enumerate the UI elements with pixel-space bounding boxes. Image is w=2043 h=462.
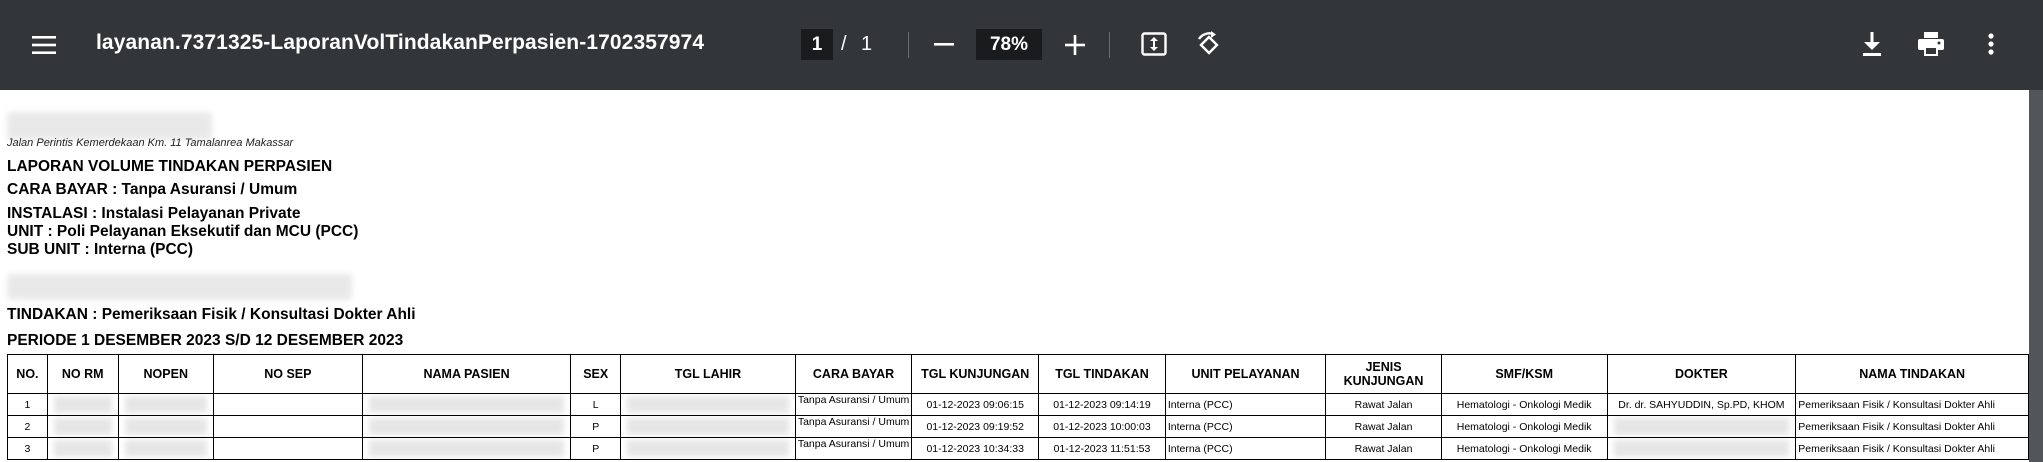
column-header: NO. [7, 354, 48, 394]
cell-dokter-redacted [1606, 437, 1797, 460]
column-header: TGL LAHIR [620, 354, 796, 394]
cell-no-sep [212, 393, 363, 416]
column-header: DOKTER [1606, 354, 1797, 394]
document-title: layanan.7371325-LaporanVolTindakanPerpas… [96, 31, 705, 54]
report-sub-unit: SUB UNIT : Interna (PCC) [7, 241, 193, 258]
column-header: NO RM [46, 354, 119, 394]
cell-nopen-redacted [117, 437, 214, 460]
print-icon[interactable] [1914, 28, 1948, 60]
table-row: 3 P Tanpa Asuransi / Umum 01-12-2023 10:… [7, 437, 2029, 460]
cell-sex: P [570, 437, 622, 460]
table-row: 2 P Tanpa Asuransi / Umum 01-12-2023 09:… [7, 415, 2029, 438]
cell-no-sep [212, 415, 363, 438]
column-header: JENIS KUNJUNGAN [1325, 354, 1442, 394]
download-icon[interactable] [1856, 28, 1888, 60]
page-separator: / [841, 33, 847, 55]
cell-tgl-kunjungan: 01-12-2023 10:34:33 [911, 437, 1040, 460]
report-tindakan: TINDAKAN : Pemeriksaan Fisik / Konsultas… [7, 306, 416, 323]
cell-no-rm-redacted [46, 437, 119, 460]
cell-jenis: Rawat Jalan [1325, 393, 1442, 416]
more-vert-icon[interactable] [1976, 28, 2006, 60]
redacted-header-line [7, 274, 352, 300]
column-header: CARA BAYAR [794, 354, 913, 394]
cell-no-rm-redacted [46, 393, 119, 416]
report-instalasi: INSTALASI : Instalasi Pelayanan Private [7, 205, 301, 222]
report-title: LAPORAN VOLUME TINDAKAN PERPASIEN [7, 158, 333, 175]
column-header: NAMA TINDAKAN [1795, 354, 2029, 394]
cell-tgl-tindakan: 01-12-2023 10:00:03 [1038, 415, 1166, 438]
cell-dokter: Dr. dr. SAHYUDDIN, Sp.PD, KHOM [1606, 393, 1797, 416]
page-total: 1 [861, 33, 873, 55]
cell-tindakan: Pemeriksaan Fisik / Konsultasi Dokter Ah… [1795, 437, 2029, 460]
report-table: NO. NO RM NOPEN NO SEP NAMA PASIEN SEX T… [7, 354, 2029, 460]
cell-unit: Interna (PCC) [1164, 415, 1327, 438]
zoom-in-icon[interactable] [1059, 29, 1091, 61]
cell-unit: Interna (PCC) [1164, 393, 1327, 416]
column-header: SMF/KSM [1440, 354, 1608, 394]
cell-cara-bayar: Tanpa Asuransi / Umum [794, 393, 913, 416]
pdf-page: Jalan Perintis Kemerdekaan Km. 11 Tamala… [0, 90, 2029, 462]
cell-unit: Interna (PCC) [1164, 437, 1327, 460]
cell-tindakan: Pemeriksaan Fisik / Konsultasi Dokter Ah… [1795, 393, 2029, 416]
cell-no: 2 [7, 415, 48, 438]
scrollbar[interactable] [2029, 90, 2043, 462]
cell-dokter-redacted [1606, 415, 1797, 438]
cell-cara-bayar: Tanpa Asuransi / Umum [794, 437, 913, 460]
fit-page-icon[interactable] [1138, 28, 1170, 60]
column-header: SEX [570, 354, 622, 394]
cell-nama-pasien-redacted [361, 415, 572, 438]
cell-tgl-lahir-redacted [620, 437, 796, 460]
report-periode: PERIODE 1 DESEMBER 2023 S/D 12 DESEMBER … [7, 332, 404, 349]
cell-cara-bayar: Tanpa Asuransi / Umum [794, 415, 913, 438]
menu-icon[interactable] [28, 29, 60, 61]
table-header-row: NO. NO RM NOPEN NO SEP NAMA PASIEN SEX T… [7, 354, 2029, 394]
cell-jenis: Rawat Jalan [1325, 415, 1442, 438]
zoom-out-icon[interactable] [928, 29, 960, 61]
column-header: UNIT PELAYANAN [1164, 354, 1327, 394]
cell-tgl-kunjungan: 01-12-2023 09:06:15 [911, 393, 1040, 416]
cell-tgl-tindakan: 01-12-2023 09:14:19 [1038, 393, 1166, 416]
cell-no-sep [212, 437, 363, 460]
cell-jenis: Rawat Jalan [1325, 437, 1442, 460]
report-unit: UNIT : Poli Pelayanan Eksekutif dan MCU … [7, 223, 359, 240]
cell-smf: Hematologi - Onkologi Medik [1440, 393, 1608, 416]
cell-tgl-lahir-redacted [620, 415, 796, 438]
column-header: NAMA PASIEN [361, 354, 572, 394]
cell-no-rm-redacted [46, 415, 119, 438]
cell-tgl-kunjungan: 01-12-2023 09:19:52 [911, 415, 1040, 438]
toolbar-divider [908, 32, 909, 58]
table-row: 1 L Tanpa Asuransi / Umum 01-12-2023 09:… [7, 393, 2029, 416]
report-address: Jalan Perintis Kemerdekaan Km. 11 Tamala… [7, 137, 294, 149]
cell-sex: P [570, 415, 622, 438]
page-number-input[interactable]: 1 [801, 29, 833, 60]
cell-no: 3 [7, 437, 48, 460]
rotate-icon[interactable] [1192, 28, 1226, 62]
cell-nopen-redacted [117, 393, 214, 416]
cell-no: 1 [7, 393, 48, 416]
report-cara-bayar: CARA BAYAR : Tanpa Asuransi / Umum [7, 181, 298, 198]
pdf-toolbar: layanan.7371325-LaporanVolTindakanPerpas… [0, 0, 2043, 90]
zoom-level-input[interactable]: 78% [976, 29, 1042, 60]
cell-nopen-redacted [117, 415, 214, 438]
column-header: NO SEP [212, 354, 363, 394]
redacted-hospital-name [7, 112, 212, 140]
cell-tindakan: Pemeriksaan Fisik / Konsultasi Dokter Ah… [1795, 415, 2029, 438]
cell-smf: Hematologi - Onkologi Medik [1440, 437, 1608, 460]
cell-tgl-lahir-redacted [620, 393, 796, 416]
column-header: TGL TINDAKAN [1038, 354, 1166, 394]
cell-tgl-tindakan: 01-12-2023 11:51:53 [1038, 437, 1166, 460]
toolbar-divider [1109, 32, 1110, 58]
cell-nama-pasien-redacted [361, 393, 572, 416]
column-header: TGL KUNJUNGAN [911, 354, 1040, 394]
cell-nama-pasien-redacted [361, 437, 572, 460]
cell-sex: L [570, 393, 622, 416]
cell-smf: Hematologi - Onkologi Medik [1440, 415, 1608, 438]
column-header: NOPEN [117, 354, 214, 394]
